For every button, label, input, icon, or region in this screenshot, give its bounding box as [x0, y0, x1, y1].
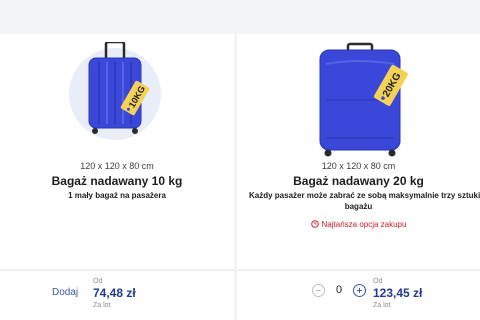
option-title: Bagaż nadawany 10 kg: [51, 174, 183, 188]
price-value: 74,48 zł: [93, 286, 136, 300]
clock-icon: [310, 220, 319, 228]
option-description-cont: bagażu: [344, 202, 373, 211]
quantity-stepper: 0: [312, 284, 367, 298]
price-from-label: Od: [93, 278, 103, 285]
decrement-button[interactable]: [312, 284, 325, 297]
cheapest-option-badge: Najtańsza opcja zakupu: [237, 220, 480, 229]
badge-label: Najtańsza opcja zakupu: [321, 220, 407, 229]
price-value: 123,45 zł: [373, 286, 423, 300]
price-from-label: Od: [373, 278, 383, 285]
baggage-option-10kg: 10KG 120 x 120 x 80 cm Bagaż nadawany 10…: [0, 34, 234, 320]
dimensions: 120 x 120 x 80 cm: [321, 161, 396, 171]
increment-button[interactable]: [353, 284, 366, 297]
quantity-value: 0: [335, 284, 343, 296]
price-per-label: Za lot: [93, 302, 111, 309]
option-body: 20KG 120 x 120 x 80 cm Bagaż nadawany 20…: [237, 34, 480, 268]
dimensions: 120 x 120 x 80 cm: [80, 161, 154, 171]
suitcase-20kg-image: 20KG: [294, 42, 426, 162]
option-description: Każdy pasażer może zabrać ze sobą maksym…: [249, 191, 480, 200]
add-button[interactable]: Dodaj: [52, 287, 78, 298]
option-title: Bagaż nadawany 20 kg: [293, 174, 424, 188]
option-body: 10KG 120 x 120 x 80 cm Bagaż nadawany 10…: [0, 34, 234, 268]
price-block: Od 74,48 zł Za lot: [93, 277, 136, 310]
baggage-options-page: 10KG 120 x 120 x 80 cm Bagaż nadawany 10…: [0, 0, 480, 320]
price-block: Od 123,45 zł Za lot: [373, 277, 422, 310]
baggage-option-20kg: 20KG 120 x 120 x 80 cm Bagaż nadawany 20…: [237, 34, 480, 320]
suitcase-10kg-image: 10KG: [55, 40, 175, 142]
option-footer: Dodaj Od 74,48 zł Za lot: [0, 271, 234, 320]
price-per-label: Za lot: [373, 302, 391, 309]
option-footer: 0 Od 123,45 zł Za lot: [237, 271, 480, 320]
option-description: 1 mały bagaż na pasażera: [68, 191, 166, 200]
